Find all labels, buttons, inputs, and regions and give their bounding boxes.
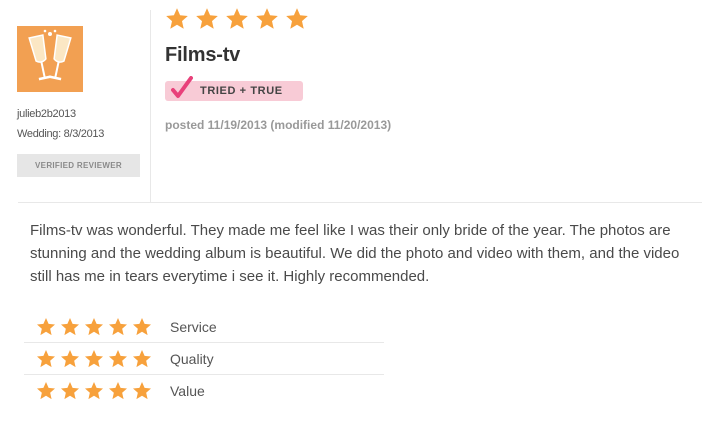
star-icon: [133, 349, 151, 367]
star-icon: [109, 317, 127, 335]
review-card: julieb2b2013 Wedding: 8/3/2013 VERIFIED …: [0, 0, 720, 424]
star-icon: [196, 8, 218, 29]
star-icon: [37, 317, 55, 335]
star-icon: [109, 381, 127, 399]
star-icon: [85, 349, 103, 367]
rating-stars: [36, 349, 164, 369]
star-icon: [166, 8, 188, 29]
avatar[interactable]: [17, 26, 83, 92]
star-icon: [286, 8, 308, 29]
vendor-name[interactable]: Films-tv: [165, 44, 240, 67]
tried-true-badge: TRIED + TRUE: [165, 76, 303, 101]
sub-ratings: Service Quality Value: [24, 311, 384, 406]
rating-label: Service: [170, 318, 217, 335]
verified-reviewer-badge: VERIFIED REVIEWER: [17, 154, 140, 177]
rating-row-value: Value: [24, 375, 384, 406]
champagne-glasses-icon: [17, 26, 83, 92]
star-icon: [133, 317, 151, 335]
rating-row-service: Service: [24, 311, 384, 343]
column-divider: [150, 10, 151, 202]
rating-row-quality: Quality: [24, 343, 384, 375]
star-icon: [61, 349, 79, 367]
rating-label: Quality: [170, 350, 214, 367]
star-icon: [85, 381, 103, 399]
star-icon: [133, 381, 151, 399]
reviewer-username[interactable]: julieb2b2013: [17, 108, 76, 120]
checkmark-icon: [171, 76, 193, 98]
section-divider: [18, 202, 702, 203]
star-icon: [61, 317, 79, 335]
star-icon: [85, 317, 103, 335]
star-icon: [61, 381, 79, 399]
star-icon: [37, 381, 55, 399]
reviewer-panel: julieb2b2013 Wedding: 8/3/2013 VERIFIED …: [14, 0, 150, 202]
star-icon: [37, 349, 55, 367]
tried-true-label: TRIED + TRUE: [200, 85, 283, 97]
overall-rating-stars: [165, 7, 309, 31]
review-text: Films-tv was wonderful. They made me fee…: [30, 222, 680, 285]
rating-stars: [36, 317, 164, 337]
star-icon: [109, 349, 127, 367]
posted-date: posted 11/19/2013 (modified 11/20/2013): [165, 118, 392, 132]
wedding-date: Wedding: 8/3/2013: [17, 128, 105, 140]
rating-label: Value: [170, 382, 205, 399]
star-icon: [226, 8, 248, 29]
rating-stars: [36, 381, 164, 401]
star-icon: [256, 8, 278, 29]
